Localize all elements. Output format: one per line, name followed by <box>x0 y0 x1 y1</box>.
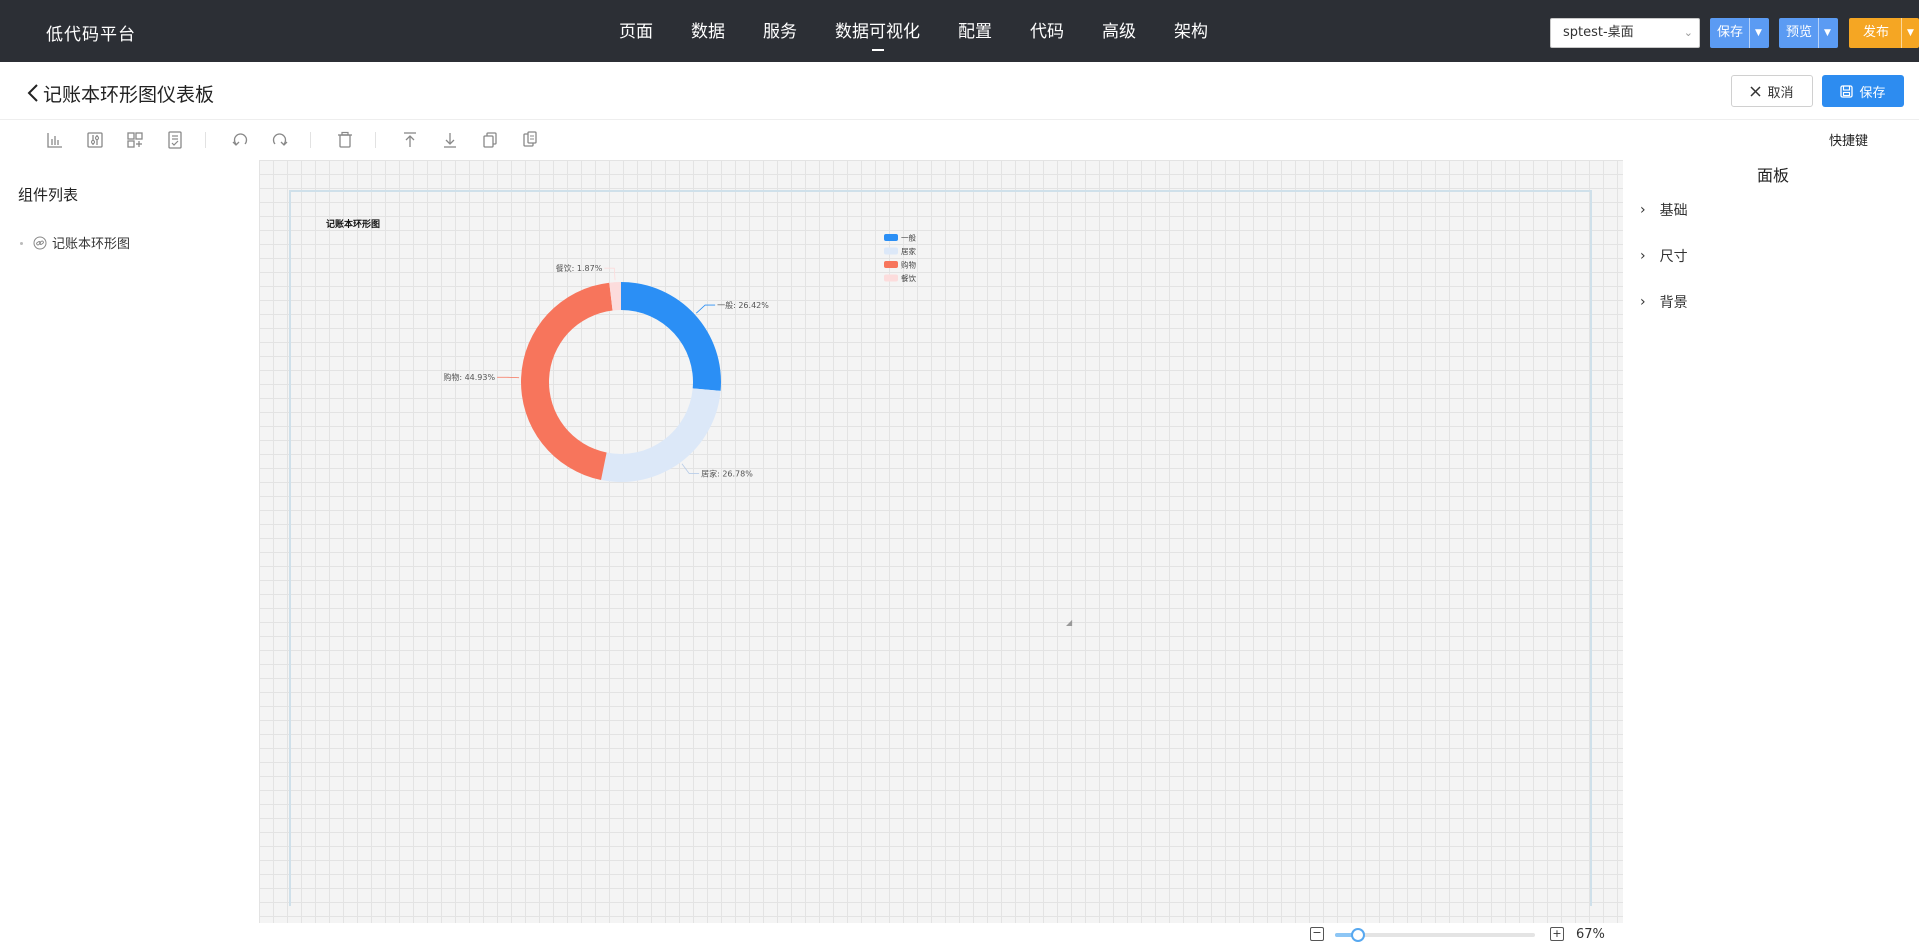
toolbar-divider <box>375 132 376 148</box>
resize-handle-icon[interactable]: ◢ <box>1066 618 1072 627</box>
save-button-label: 保存 <box>1859 85 1886 101</box>
link-icon <box>33 236 47 249</box>
top-publish-split-button: 发布 ▼ <box>1849 18 1919 48</box>
nav-item-service[interactable]: 服务 <box>744 0 816 62</box>
top-publish-button[interactable]: 发布 <box>1849 18 1901 48</box>
zoom-out-button[interactable]: − <box>1310 927 1324 941</box>
donut-slice-2 <box>521 282 613 480</box>
top-publish-dropdown-icon[interactable]: ▼ <box>1901 18 1919 48</box>
top-navigation-bar: 低代码平台 页面 数据 服务 数据可视化 配置 代码 高级 架构 sptest-… <box>0 0 1919 62</box>
chevron-right-icon: › <box>1640 294 1646 310</box>
slice-label-3: 餐饮: 1.87% <box>556 263 603 273</box>
section-background[interactable]: › 背景 <box>1640 292 1688 312</box>
zoom-slider-handle[interactable] <box>1350 928 1365 942</box>
design-canvas[interactable]: 记账本环形图 一般: 26.42% 居家: 26.78% 购物: 44.93% 餐饮:… <box>259 160 1623 923</box>
donut-slice-0 <box>621 282 721 391</box>
main-nav: 页面 数据 服务 数据可视化 配置 代码 高级 架构 <box>600 0 1227 62</box>
save-button[interactable]: 保存 <box>1822 75 1904 107</box>
report-icon[interactable] <box>165 130 185 150</box>
paste-icon[interactable] <box>520 130 540 150</box>
section-basic[interactable]: › 基础 <box>1640 200 1688 220</box>
send-to-bottom-icon[interactable] <box>440 130 460 150</box>
nav-item-architecture[interactable]: 架构 <box>1155 0 1227 62</box>
nav-item-page[interactable]: 页面 <box>600 0 672 62</box>
slice-label-line-3 <box>604 267 616 281</box>
properties-panel-title: 面板 <box>1756 166 1789 185</box>
close-icon <box>1750 85 1762 97</box>
component-list-panel: 组件列表 记账本环形图 <box>0 160 259 941</box>
component-list-title: 组件列表 <box>18 186 79 204</box>
redo-icon[interactable] <box>270 130 290 150</box>
nav-item-code[interactable]: 代码 <box>1011 0 1083 62</box>
top-save-split-button: 保存 ▼ <box>1710 18 1769 48</box>
zoom-slider[interactable] <box>1335 928 1535 942</box>
zoom-control: − + 67% <box>1300 923 1623 942</box>
properties-panel: 面板 › 基础 › 尺寸 › 背景 <box>1623 160 1919 941</box>
nav-item-data-visualization[interactable]: 数据可视化 <box>816 0 939 62</box>
top-save-dropdown-icon[interactable]: ▼ <box>1749 18 1767 48</box>
zoom-level: 67% <box>1576 927 1605 942</box>
undo-icon[interactable] <box>230 130 250 150</box>
top-preview-button[interactable]: 预览 <box>1779 18 1818 48</box>
zoom-in-button[interactable]: + <box>1550 927 1564 941</box>
chevron-right-icon: › <box>1640 248 1646 264</box>
toolbar-divider <box>310 132 311 148</box>
chevron-left-icon[interactable] <box>24 82 42 104</box>
section-size[interactable]: › 尺寸 <box>1640 246 1688 266</box>
toolbar-divider <box>205 132 206 148</box>
legend-label-2[interactable]: 购物 <box>901 260 916 270</box>
donut-chart: 一般: 26.42% 居家: 26.78% 购物: 44.93% 餐饮: 1.87% 一… <box>443 233 916 482</box>
legend-label-0[interactable]: 一般 <box>901 233 916 243</box>
page-title: 记账本环形图仪表板 <box>43 84 215 106</box>
donut-chart-widget[interactable]: 记账本环形图 一般: 26.42% 居家: 26.78% 购物: 44.93% 餐饮:… <box>291 192 1072 627</box>
chevron-right-icon: › <box>1640 202 1646 218</box>
tree-bullet <box>20 242 23 245</box>
top-preview-dropdown-icon[interactable]: ▼ <box>1818 18 1836 48</box>
nav-item-advanced[interactable]: 高级 <box>1083 0 1155 62</box>
nav-item-data[interactable]: 数据 <box>672 0 744 62</box>
slice-label-line-2 <box>497 376 520 379</box>
legend-swatch-0 <box>884 234 898 241</box>
donut-slice-1 <box>601 388 721 482</box>
adjust-icon[interactable] <box>85 130 105 150</box>
bring-to-top-icon[interactable] <box>400 130 420 150</box>
section-background-label: 背景 <box>1659 295 1688 311</box>
editor-toolbar: 快捷键 <box>0 120 1919 160</box>
component-list-item[interactable]: 记账本环形图 <box>33 233 130 252</box>
slice-label-1: 居家: 26.78% <box>701 468 753 478</box>
app-select[interactable]: sptest-桌面 ⌄ <box>1550 18 1700 48</box>
slice-label-0: 一般: 26.42% <box>717 300 769 310</box>
section-size-label: 尺寸 <box>1659 249 1688 265</box>
slice-label-line-0 <box>695 304 716 314</box>
page-header: 记账本环形图仪表板 取消 保存 <box>0 62 1919 120</box>
slice-label-2: 购物: 44.93% <box>443 372 495 382</box>
copy-icon[interactable] <box>480 130 500 150</box>
chevron-down-icon: ⌄ <box>1683 26 1693 39</box>
save-icon <box>1840 84 1854 98</box>
shortcut-keys-link[interactable]: 快捷键 <box>1829 130 1868 149</box>
cancel-button-label: 取消 <box>1767 85 1794 101</box>
brand-logo-text: 低代码平台 <box>46 25 136 45</box>
artboard: 记账本环形图 一般: 26.42% 居家: 26.78% 购物: 44.93% 餐饮:… <box>289 190 1592 906</box>
legend-label-3[interactable]: 餐饮 <box>901 273 916 283</box>
nav-item-config[interactable]: 配置 <box>939 0 1011 62</box>
legend-label-1[interactable]: 居家 <box>901 246 916 256</box>
component-icon[interactable] <box>125 130 145 150</box>
slice-label-line-1 <box>681 463 700 474</box>
legend-swatch-3 <box>884 274 898 282</box>
legend-swatch-2 <box>884 261 898 268</box>
top-save-button[interactable]: 保存 <box>1710 18 1749 48</box>
bar-chart-icon[interactable] <box>45 130 65 150</box>
legend-swatch-1 <box>884 247 898 255</box>
component-list-item-label: 记账本环形图 <box>52 237 131 252</box>
cancel-button[interactable]: 取消 <box>1731 75 1813 107</box>
section-basic-label: 基础 <box>1659 203 1688 219</box>
delete-icon[interactable] <box>335 130 355 150</box>
app-select-value: sptest-桌面 <box>1563 25 1634 40</box>
top-preview-split-button: 预览 ▼ <box>1779 18 1838 48</box>
